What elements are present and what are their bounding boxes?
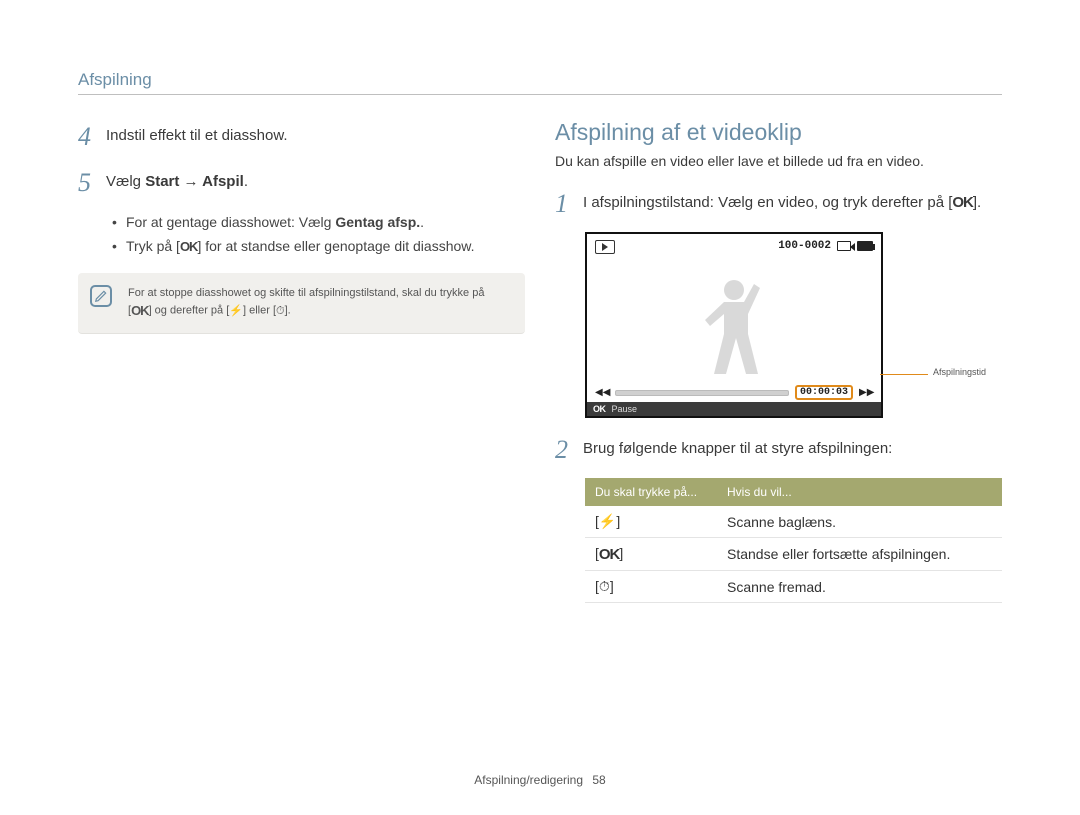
section-heading: Afspilning af et videoklip xyxy=(555,119,1002,146)
video-body xyxy=(587,260,881,382)
note-line-2: [OK] og derefter på [⚡] eller [⏱]. xyxy=(128,301,511,321)
step-4: 4 Indstil effekt til et diasshow. xyxy=(78,119,525,155)
callout-label: Afspilningstid xyxy=(933,367,986,377)
table-header: Hvis du vil... xyxy=(717,478,1002,506)
timer-icon: ⏱ xyxy=(599,578,610,595)
bullet-list: For at gentage diasshowet: Vælg Gentag a… xyxy=(112,212,525,257)
table-row: [OK] Standse eller fortsætte afspilninge… xyxy=(585,538,1002,571)
step-number: 1 xyxy=(555,186,583,222)
bold-text: Start → Afspil xyxy=(145,173,244,190)
value-cell: Standse eller fortsætte afspilningen. xyxy=(717,538,1002,571)
forward-icon: ▶▶ xyxy=(859,387,873,398)
video-icon xyxy=(837,241,851,251)
text: Vælg xyxy=(106,173,145,190)
controls-table: Du skal trykke på... Hvis du vil... [⚡] … xyxy=(585,478,1002,603)
video-preview: 100-0002 ◀◀ 00:00:03 ▶▶ xyxy=(585,232,883,418)
pause-label: Pause xyxy=(612,404,638,414)
bullet-item: For at gentage diasshowet: Vælg Gentag a… xyxy=(112,212,525,232)
left-column: 4 Indstil effekt til et diasshow. 5 Vælg… xyxy=(78,119,525,603)
flash-icon: ⚡ xyxy=(229,303,243,320)
table-row: [⚡] Scanne baglæns. xyxy=(585,506,1002,538)
ok-icon: OK xyxy=(180,238,198,257)
rewind-icon: ◀◀ xyxy=(595,387,609,398)
video-bottom-bar: OK Pause xyxy=(587,402,881,416)
footer-section: Afspilning/redigering xyxy=(474,773,583,787)
bullet-item: Tryk på [OK] for at standse eller genopt… xyxy=(112,236,525,257)
step-text: Vælg Start → Afspil. xyxy=(106,165,248,192)
step-number: 5 xyxy=(78,165,106,201)
page-content: Afspilning 4 Indstil effekt til et diass… xyxy=(0,0,1080,603)
step-1: 1 I afspilningstilstand: Vælg en video, … xyxy=(555,186,1002,222)
table-row: [⏱] Scanne fremad. xyxy=(585,571,1002,603)
step-5: 5 Vælg Start → Afspil. xyxy=(78,165,525,201)
text: Tryk på [ xyxy=(126,238,180,254)
value-cell: Scanne fremad. xyxy=(717,571,1002,603)
text: ] eller [ xyxy=(243,305,276,317)
callout-line xyxy=(880,374,928,375)
playback-time: 00:00:03 xyxy=(795,385,853,400)
note-box: For at stoppe diasshowet og skifte til a… xyxy=(78,273,525,334)
page-number: 58 xyxy=(592,773,605,787)
bracket: ] xyxy=(619,545,623,561)
bracket: ] xyxy=(610,578,614,594)
divider xyxy=(78,94,1002,95)
step-number: 4 xyxy=(78,119,106,155)
step-text: Brug følgende knapper til at styre afspi… xyxy=(583,432,892,459)
file-counter: 100-0002 xyxy=(778,240,831,252)
note-icon xyxy=(90,285,112,307)
bracket: ] xyxy=(616,513,620,529)
table-header: Du skal trykke på... xyxy=(585,478,717,506)
section-lead: Du kan afspille en video eller lave et b… xyxy=(555,152,1002,172)
progress-bar xyxy=(615,390,789,396)
video-controls: ◀◀ 00:00:03 ▶▶ xyxy=(587,384,881,402)
right-column: Afspilning af et videoklip Du kan afspil… xyxy=(555,119,1002,603)
key-cell: [⚡] xyxy=(585,506,717,538)
text: ]. xyxy=(285,305,291,317)
breadcrumb: Afspilning xyxy=(78,70,1002,90)
video-top-status: 100-0002 xyxy=(778,240,873,252)
text: . xyxy=(244,173,248,190)
step-2: 2 Brug følgende knapper til at styre afs… xyxy=(555,432,1002,468)
bold-text: Gentag afsp. xyxy=(335,214,420,230)
flash-icon: ⚡ xyxy=(599,513,616,530)
ok-icon: OK xyxy=(593,404,606,414)
timer-icon: ⏱ xyxy=(276,303,285,320)
person-silhouette-icon xyxy=(689,272,779,382)
table-header-row: Du skal trykke på... Hvis du vil... xyxy=(585,478,1002,506)
ok-icon: OK xyxy=(952,192,973,213)
value-cell: Scanne baglæns. xyxy=(717,506,1002,538)
two-column-layout: 4 Indstil effekt til et diasshow. 5 Vælg… xyxy=(78,119,1002,603)
step-text: Indstil effekt til et diasshow. xyxy=(106,119,288,146)
ok-icon: OK xyxy=(599,546,620,563)
text: For at gentage diasshowet: Vælg xyxy=(126,214,335,230)
key-cell: [OK] xyxy=(585,538,717,571)
text: ] og derefter på [ xyxy=(149,305,230,317)
ok-icon: OK xyxy=(131,301,149,321)
video-preview-wrapper: 100-0002 ◀◀ 00:00:03 ▶▶ xyxy=(555,232,1002,418)
text: I afspilningstilstand: Vælg en video, og… xyxy=(583,194,952,211)
note-line-1: For at stoppe diasshowet og skifte til a… xyxy=(128,285,511,302)
text: . xyxy=(420,214,424,230)
text: ]. xyxy=(973,194,981,211)
page-footer: Afspilning/redigering 58 xyxy=(0,773,1080,787)
step-text: I afspilningstilstand: Vælg en video, og… xyxy=(583,186,981,214)
step-number: 2 xyxy=(555,432,583,468)
battery-icon xyxy=(857,241,873,251)
key-cell: [⏱] xyxy=(585,571,717,603)
play-mode-icon xyxy=(595,240,615,254)
text: ] for at standse eller genoptage dit dia… xyxy=(197,238,474,254)
